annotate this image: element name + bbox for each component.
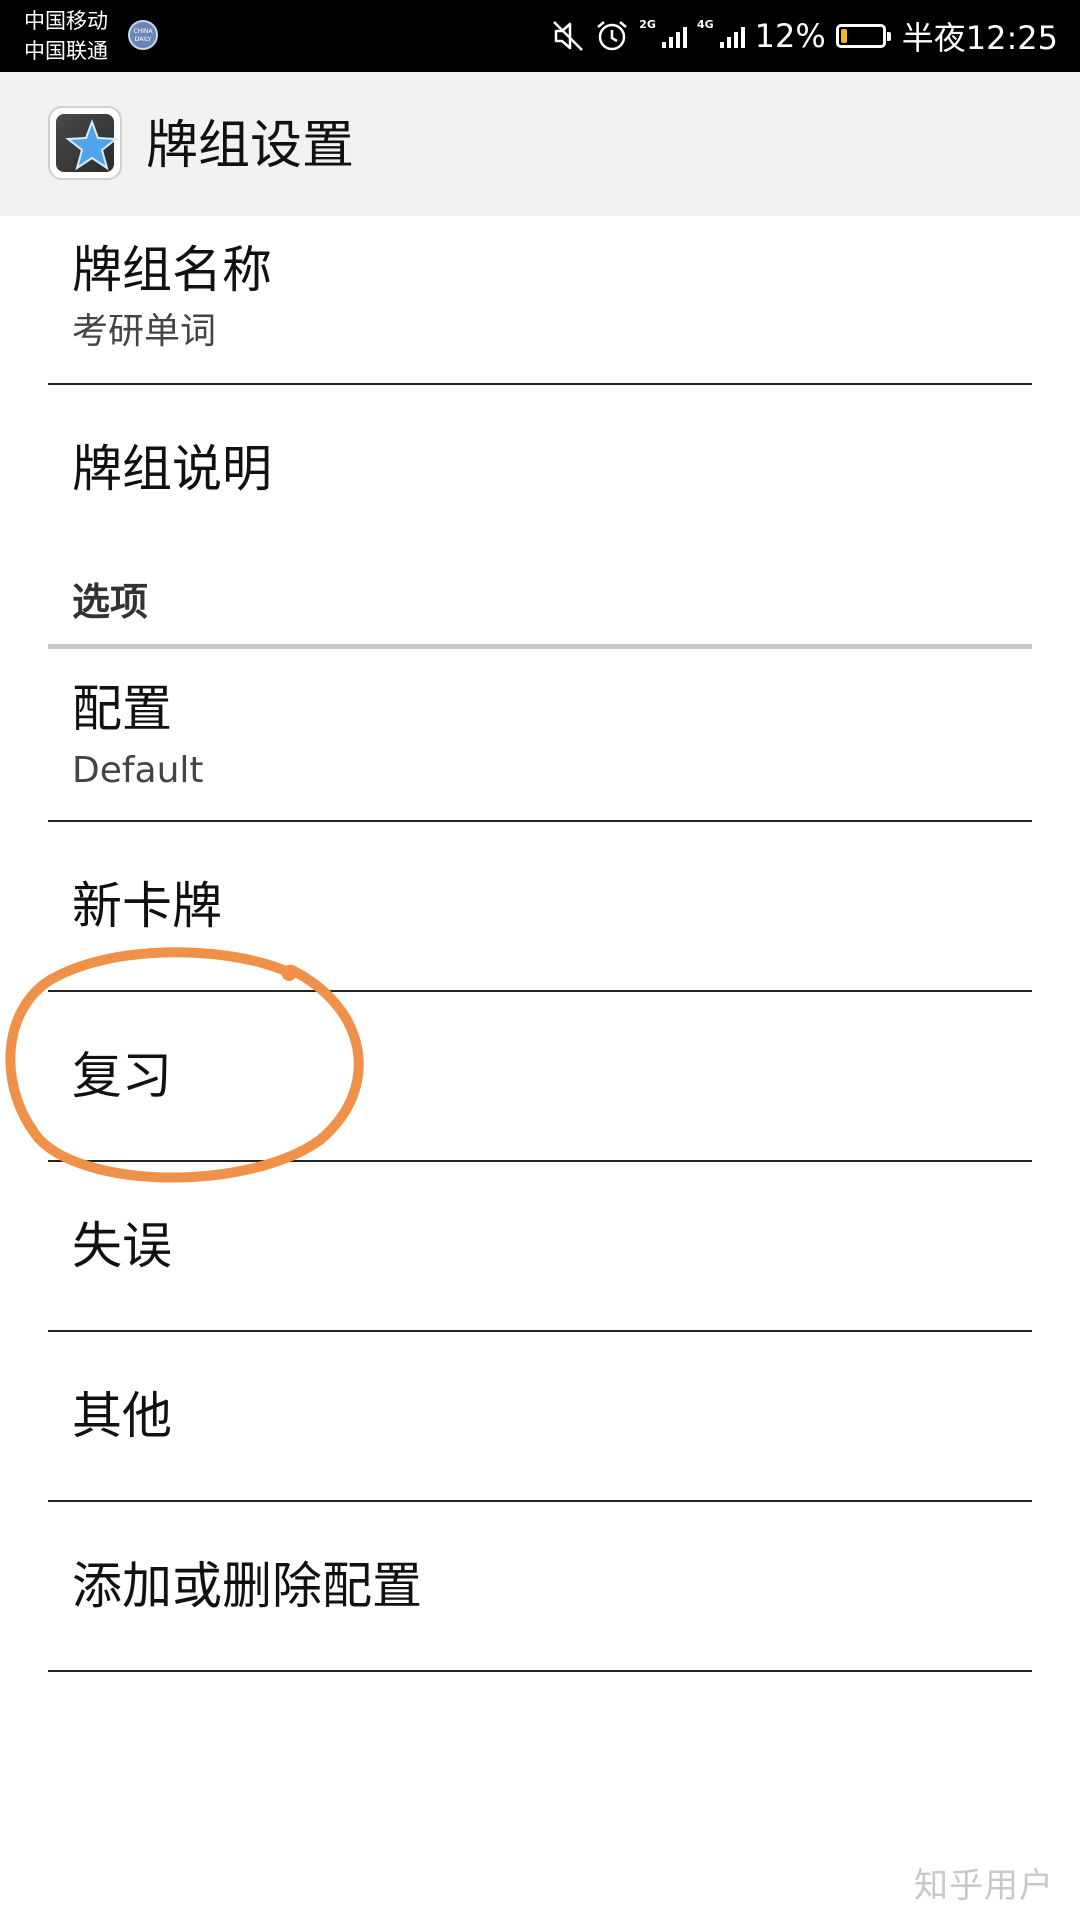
pref-manage-configs[interactable]: 添加或删除配置: [48, 1502, 1032, 1670]
pref-general-title: 其他: [72, 1387, 172, 1445]
signal-icon: [719, 24, 745, 48]
page-title: 牌组设置: [146, 116, 355, 176]
anki-star-icon[interactable]: [48, 106, 122, 180]
pref-manage-configs-title: 添加或删除配置: [72, 1557, 422, 1615]
mute-icon: [551, 19, 585, 53]
battery-level: [840, 29, 847, 43]
divider: [48, 1670, 1032, 1672]
pref-deck-name-title: 牌组名称: [72, 241, 272, 299]
pref-lapses[interactable]: 失误: [48, 1162, 1032, 1330]
pref-deck-description[interactable]: 牌组说明: [48, 385, 1032, 555]
pref-config[interactable]: 配置 Default: [48, 649, 1032, 820]
pref-lapses-title: 失误: [72, 1217, 172, 1275]
status-icons: 2G 4G 12% 半夜12:25: [551, 0, 1058, 72]
clock: 半夜12:25: [901, 19, 1058, 57]
carrier-info: 中国移动 中国联通: [24, 6, 108, 66]
toolbar: 牌组设置: [0, 72, 1080, 216]
watermark: 知乎用户: [914, 1866, 1054, 1906]
pref-config-summary: Default: [72, 750, 204, 791]
pref-general[interactable]: 其他: [48, 1332, 1032, 1500]
battery-percent: 12%: [754, 17, 826, 55]
pref-deck-name[interactable]: 牌组名称 考研单词: [48, 216, 1032, 384]
pref-new-cards[interactable]: 新卡牌: [48, 822, 1032, 990]
options-category-title: 选项: [72, 580, 149, 624]
network-type-4g: 4G: [696, 17, 714, 31]
alarm-icon: [595, 19, 629, 53]
network-type-2g: 2G: [639, 17, 656, 31]
battery-icon: [835, 24, 891, 48]
carrier-2: 中国联通: [24, 39, 108, 63]
carrier-1: 中国移动: [24, 9, 108, 33]
signal-icon: [661, 24, 687, 48]
china-daily-notification-icon: CHINA DAILY: [128, 20, 158, 50]
status-bar: 中国移动 中国联通 CHINA DAILY 2G 4G 12% 半夜12:25: [0, 0, 1080, 72]
pref-new-cards-title: 新卡牌: [72, 877, 222, 935]
pref-reviews-title: 复习: [72, 1047, 172, 1105]
pref-reviews[interactable]: 复习: [48, 992, 1032, 1160]
pref-deck-description-title: 牌组说明: [72, 440, 272, 498]
pref-deck-name-summary: 考研单词: [72, 311, 217, 352]
pref-config-title: 配置: [72, 680, 172, 738]
